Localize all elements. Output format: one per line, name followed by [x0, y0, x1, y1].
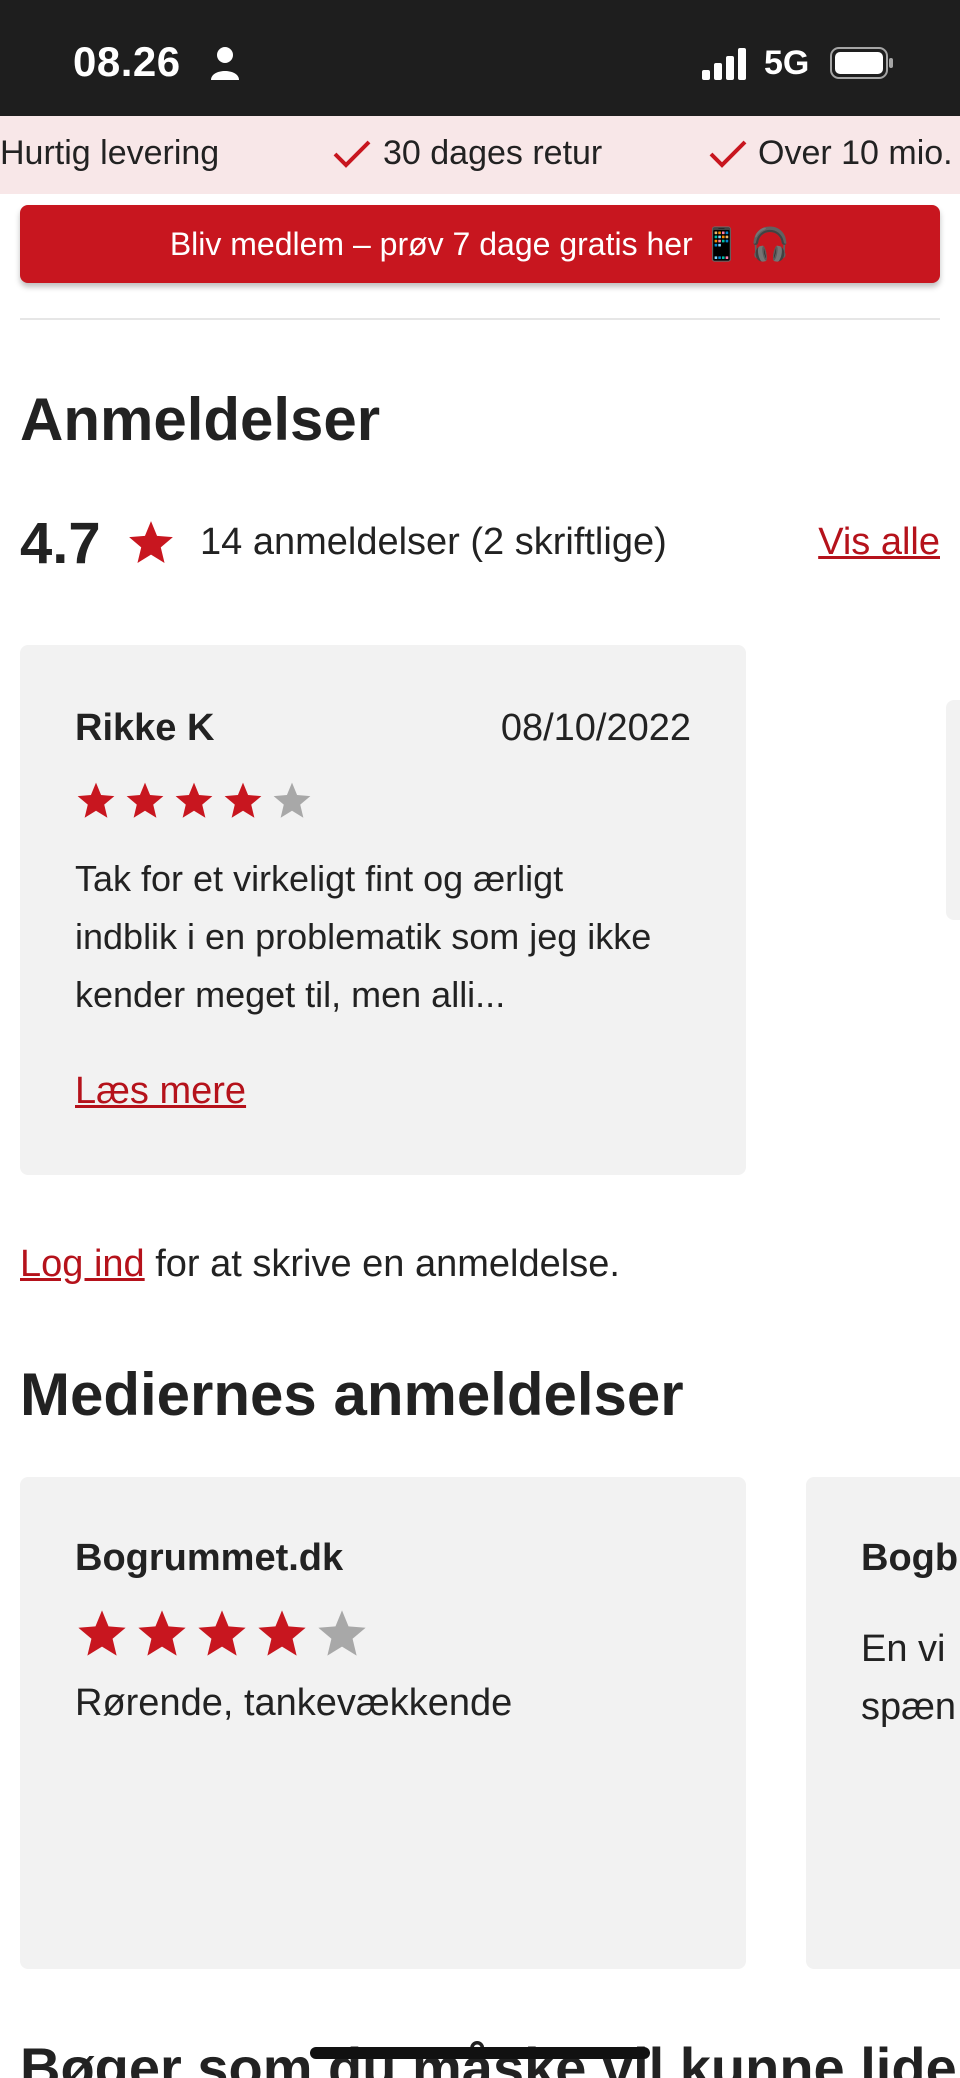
reviews-heading: Anmeldelser	[20, 386, 381, 453]
star-empty-icon	[318, 1610, 366, 1656]
login-prompt-text: for at skrive en anmeldelse.	[144, 1243, 620, 1285]
star-filled-icon	[198, 1610, 246, 1656]
star-empty-icon	[273, 782, 311, 818]
read-more-link[interactable]: Læs mere	[75, 1070, 246, 1113]
media-reviews-heading: Mediernes anmeldelser	[20, 1361, 684, 1428]
usp-item: 30 dages retur	[383, 134, 603, 172]
media-star-rating	[75, 1607, 369, 1661]
status-bar: 08.26 5G	[0, 0, 960, 116]
star-filled-icon	[258, 1610, 306, 1656]
view-all-reviews-link[interactable]: Vis alle	[818, 521, 940, 564]
home-indicator	[310, 2047, 650, 2059]
divider	[20, 318, 940, 320]
login-link[interactable]: Log ind	[20, 1243, 145, 1285]
usp-item: Hurtig levering	[0, 134, 220, 172]
media-source: Bogb	[861, 1537, 959, 1579]
star-filled-icon	[224, 782, 262, 818]
media-quote: Rørende, tankevækkende	[75, 1682, 513, 1724]
network-type: 5G	[764, 44, 810, 82]
star-icon	[129, 521, 173, 563]
membership-banner-button[interactable]: Bliv medlem – prøv 7 dage gratis her 📱 🎧	[20, 205, 940, 283]
star-filled-icon	[78, 1610, 126, 1656]
media-review-card: Bogrummet.dk Rørende, tankevækkende	[20, 1477, 746, 1969]
media-quote: En vi spæn	[861, 1620, 956, 1736]
media-source: Bogrummet.dk	[75, 1537, 344, 1579]
star-filled-icon	[138, 1610, 186, 1656]
rating-summary: 14 anmeldelser (2 skriftlige)	[200, 521, 667, 563]
star-filled-icon	[175, 782, 213, 818]
status-time: 08.26	[73, 38, 181, 85]
media-review-card[interactable]: Bogb En vi spæn	[806, 1477, 960, 1969]
person-icon	[211, 47, 239, 80]
star-filled-icon	[77, 782, 115, 818]
star-filled-icon	[126, 782, 164, 818]
checkmark-icon	[333, 140, 371, 168]
media-quote-line: En vi	[861, 1628, 946, 1670]
review-date: 08/10/2022	[500, 707, 691, 749]
signal-icon	[702, 48, 746, 80]
usp-bar: Hurtig levering 30 dages retur Over 10 m…	[0, 116, 960, 194]
review-card: Rikke K 08/10/2022 Tak for et virkeligt …	[20, 645, 746, 1175]
review-star-rating	[75, 780, 313, 822]
next-review-card-peek[interactable]	[946, 700, 960, 920]
battery-icon	[830, 47, 893, 79]
average-rating: 4.7	[20, 511, 101, 576]
review-text: Tak for et virkeligt fint og ærligt indb…	[75, 858, 652, 1015]
usp-item: Over 10 mio. t	[758, 134, 960, 172]
media-quote-line: spæn	[861, 1686, 957, 1728]
login-prompt: Log ind for at skrive en anmeldelse.	[20, 1243, 620, 1286]
reviewer-name: Rikke K	[75, 707, 215, 749]
checkmark-icon	[709, 140, 747, 168]
